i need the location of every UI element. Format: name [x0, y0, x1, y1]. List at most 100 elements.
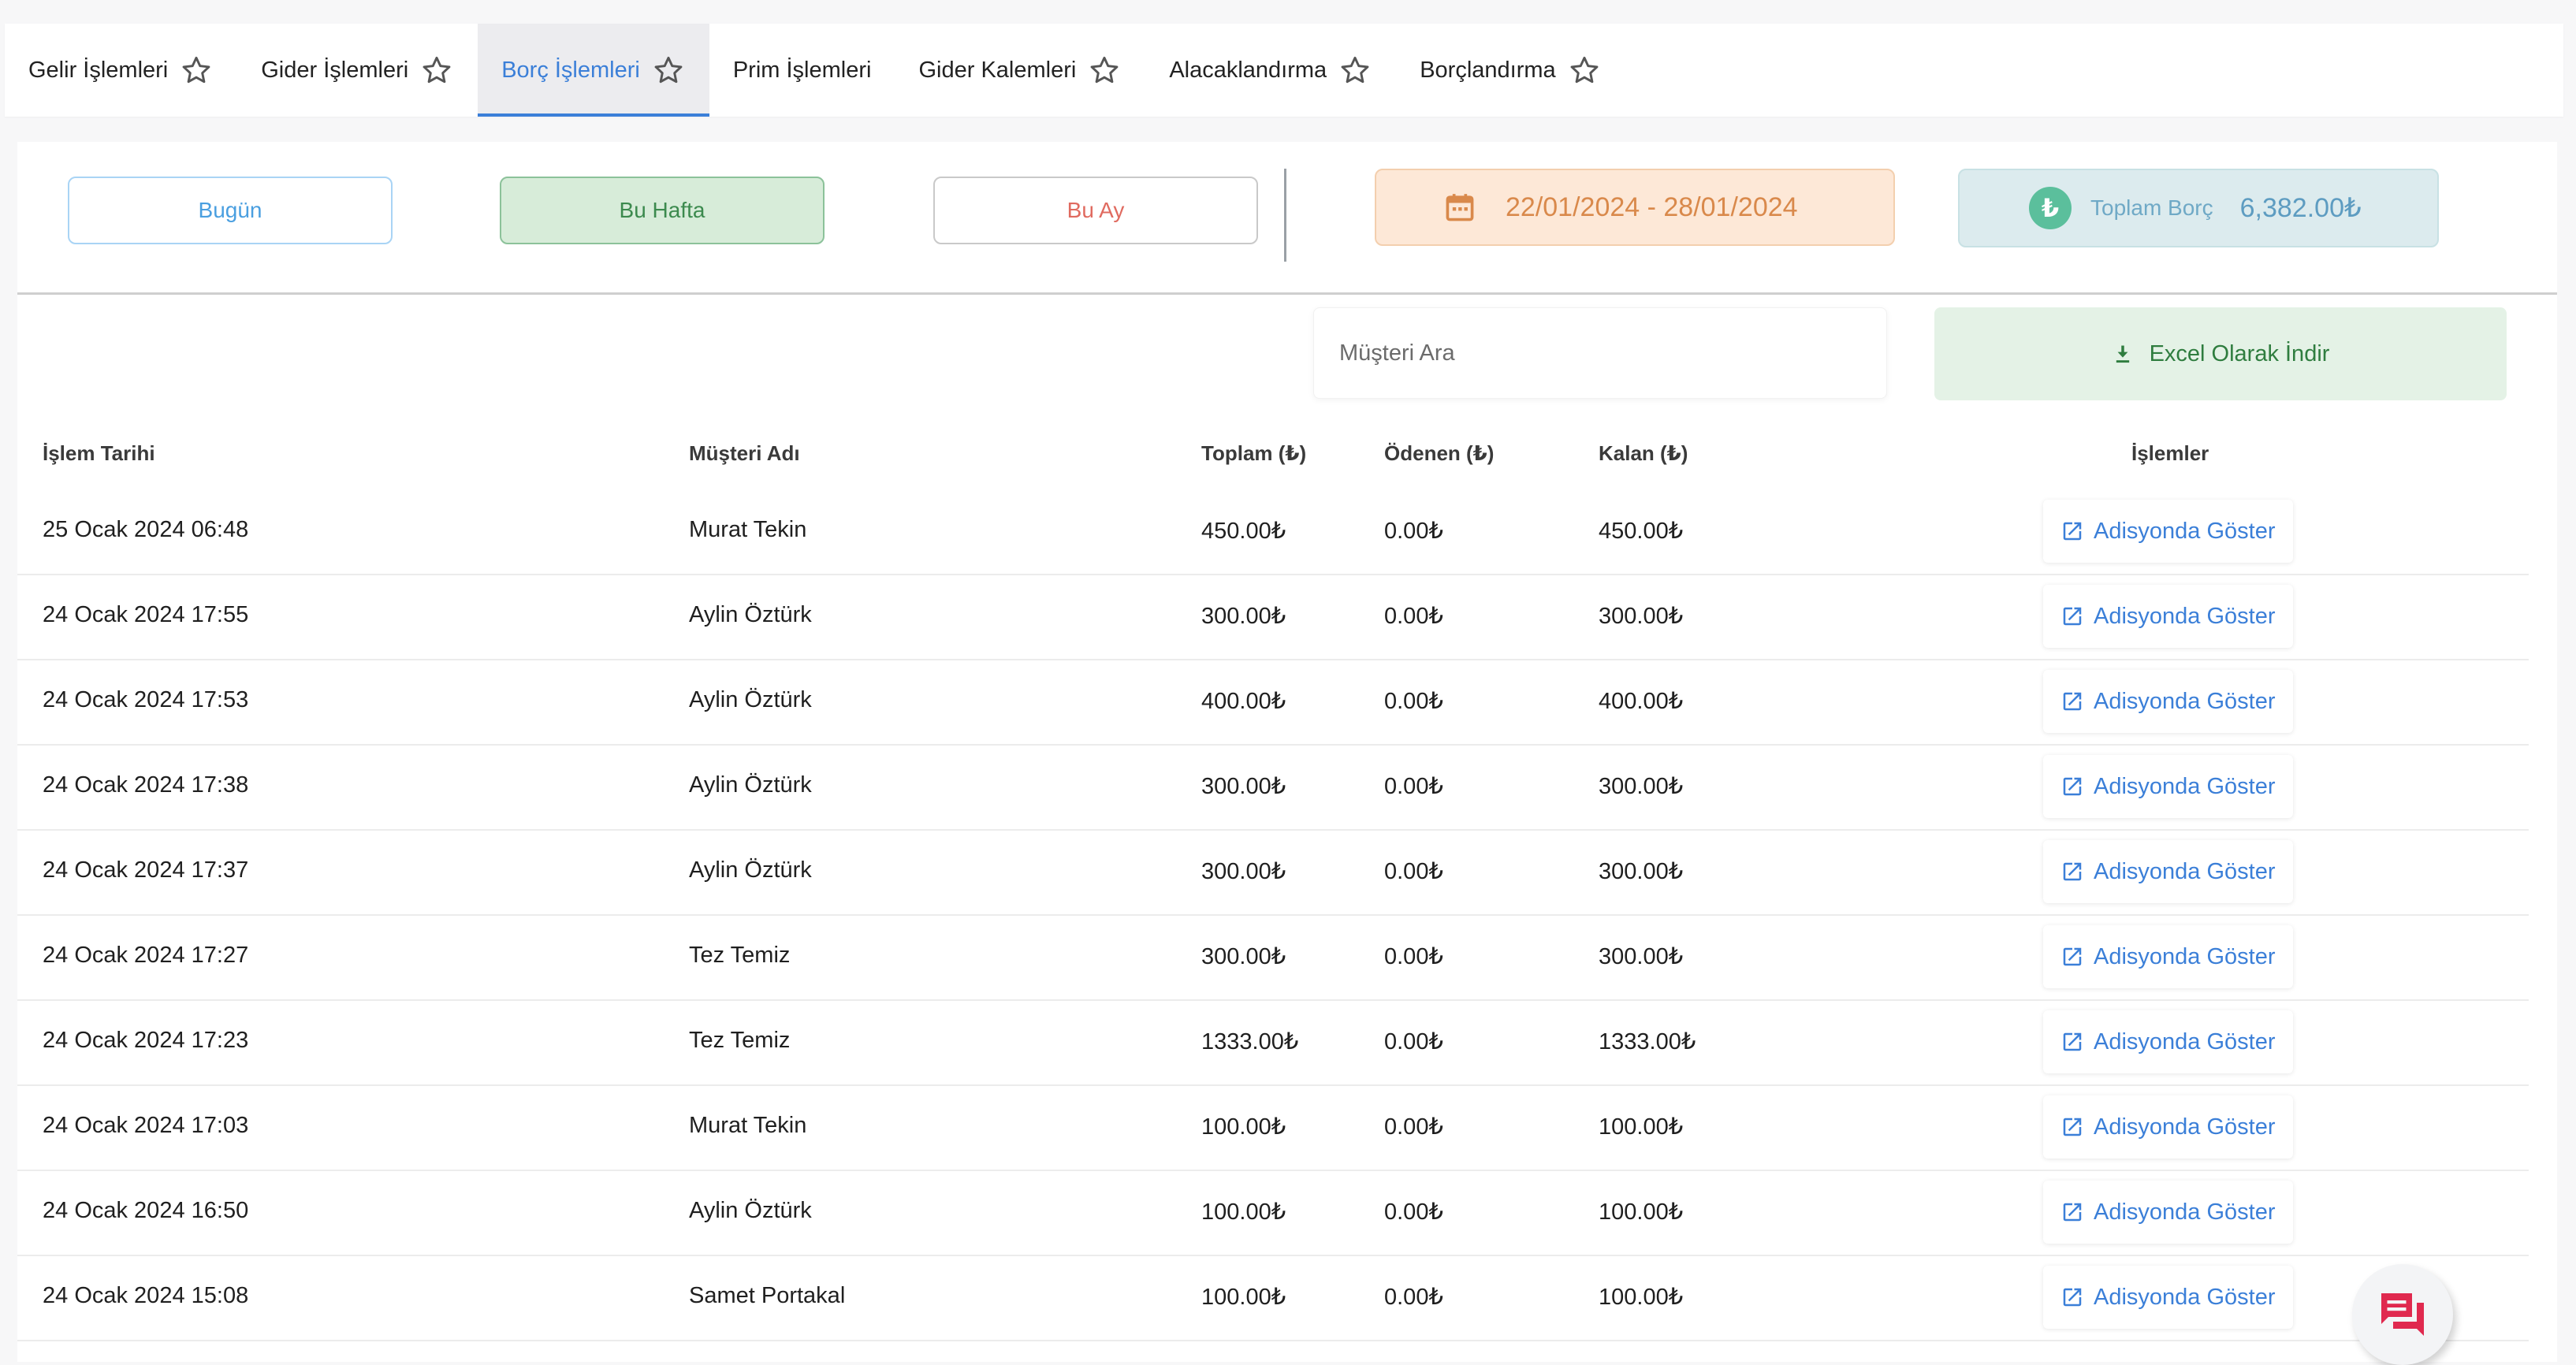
column-header-customer: Müşteri Adı — [689, 441, 800, 465]
tab-borc-islemleri[interactable]: Borç İşlemleri — [478, 24, 709, 117]
cell-remaining: 450.00₺ — [1599, 519, 1684, 544]
show-in-bill-label: Adisyonda Göster — [2094, 1114, 2276, 1140]
column-header-date: İşlem Tarihi — [43, 441, 155, 465]
show-in-bill-button[interactable]: Adisyonda Göster — [2043, 1266, 2293, 1329]
show-in-bill-label: Adisyonda Göster — [2094, 773, 2276, 799]
cell-customer: Aylin Öztürk — [689, 1198, 812, 1223]
cell-remaining: 300.00₺ — [1599, 774, 1684, 799]
chat-button[interactable] — [2352, 1264, 2453, 1365]
star-icon[interactable] — [1338, 53, 1372, 87]
show-in-bill-button[interactable]: Adisyonda Göster — [2043, 1181, 2293, 1244]
star-icon[interactable] — [1567, 53, 1602, 87]
column-header-total: Toplam (₺) — [1201, 441, 1307, 465]
cell-customer: Aylin Öztürk — [689, 687, 812, 712]
cell-paid: 0.00₺ — [1384, 774, 1443, 799]
star-icon[interactable] — [651, 53, 686, 87]
cell-total: 300.00₺ — [1201, 604, 1286, 629]
cell-total: 400.00₺ — [1201, 689, 1286, 714]
column-header-paid: Ödenen (₺) — [1384, 441, 1495, 465]
cell-date: 24 Ocak 2024 17:53 — [43, 687, 249, 712]
cell-customer: Aylin Öztürk — [689, 772, 812, 798]
table-row: 25 Ocak 2024 06:48 Murat Tekin 450.00₺ 0.00… — [17, 490, 2529, 575]
cell-date: 24 Ocak 2024 17:55 — [43, 602, 249, 627]
cell-date: 24 Ocak 2024 17:38 — [43, 772, 249, 798]
total-debt-label: Toplam Borç — [2090, 195, 2213, 220]
show-in-bill-label: Adisyonda Göster — [2094, 603, 2276, 629]
cell-total: 100.00₺ — [1201, 1199, 1286, 1225]
cell-total: 100.00₺ — [1201, 1285, 1286, 1310]
show-in-bill-button[interactable]: Adisyonda Göster — [2043, 585, 2293, 648]
show-in-bill-label: Adisyonda Göster — [2094, 1199, 2276, 1225]
excel-download-button[interactable]: Excel Olarak İndir — [1934, 307, 2507, 400]
show-in-bill-button[interactable]: Adisyonda Göster — [2043, 1010, 2293, 1073]
open-in-new-icon — [2063, 862, 2082, 881]
show-in-bill-button[interactable]: Adisyonda Göster — [2043, 500, 2293, 563]
tab-label: Borçlandırma — [1420, 57, 1556, 83]
tab-gider-islemleri[interactable]: Gider İşlemleri — [237, 24, 478, 117]
show-in-bill-label: Adisyonda Göster — [2094, 943, 2276, 969]
filter-today-button[interactable]: Bugün — [68, 177, 393, 244]
table-row: 24 Ocak 2024 17:03 Murat Tekin 100.00₺ 0.00… — [17, 1086, 2529, 1171]
cell-date: 24 Ocak 2024 17:37 — [43, 857, 249, 883]
tab-gider-kalemleri[interactable]: Gider Kalemleri — [895, 24, 1145, 117]
star-icon[interactable] — [1087, 53, 1122, 87]
cell-remaining: 100.00₺ — [1599, 1114, 1684, 1140]
table-header: İşlem Tarihi Müşteri Adı Toplam (₺) Öden… — [17, 433, 2557, 474]
cell-remaining: 300.00₺ — [1599, 859, 1684, 884]
tab-label: Prim İşlemleri — [732, 57, 872, 83]
cell-customer: Tez Temiz — [689, 943, 791, 968]
cell-customer: Murat Tekin — [689, 517, 807, 542]
cell-customer: Aylin Öztürk — [689, 602, 812, 627]
table-row: 24 Ocak 2024 16:50 Aylin Öztürk 100.00₺ 0.0… — [17, 1171, 2529, 1256]
show-in-bill-button[interactable]: Adisyonda Göster — [2043, 840, 2293, 903]
chat-icon — [2381, 1293, 2424, 1336]
cell-total: 1333.00₺ — [1201, 1029, 1299, 1054]
cell-date: 24 Ocak 2024 17:27 — [43, 943, 249, 968]
show-in-bill-button[interactable]: Adisyonda Göster — [2043, 670, 2293, 733]
show-in-bill-button[interactable]: Adisyonda Göster — [2043, 755, 2293, 818]
show-in-bill-label: Adisyonda Göster — [2094, 518, 2276, 544]
total-debt-card: ₺ Toplam Borç 6,382.00₺ — [1958, 169, 2439, 247]
date-range-picker[interactable]: 22/01/2024 - 28/01/2024 — [1375, 169, 1895, 246]
cell-customer: Tez Temiz — [689, 1028, 791, 1053]
open-in-new-icon — [2063, 1118, 2082, 1136]
table-row: 24 Ocak 2024 15:08 Samet Portakal 100.00₺ 0… — [17, 1256, 2529, 1341]
cell-remaining: 1333.00₺ — [1599, 1029, 1696, 1054]
filter-bar: Bugün Bu Hafta Bu Ay 22/01/2024 - 28/01/… — [17, 142, 2557, 295]
section-divider — [17, 292, 2557, 295]
cell-paid: 0.00₺ — [1384, 604, 1443, 629]
filter-month-button[interactable]: Bu Ay — [933, 177, 1258, 244]
cell-date: 24 Ocak 2024 17:03 — [43, 1113, 249, 1138]
cell-date: 25 Ocak 2024 06:48 — [43, 517, 249, 542]
cell-paid: 0.00₺ — [1384, 689, 1443, 714]
cell-customer: Samet Portakal — [689, 1283, 846, 1308]
tab-prim-islemleri[interactable]: Prim İşlemleri — [709, 24, 895, 117]
tab-borclandirma[interactable]: Borçlandırma — [1396, 24, 1625, 117]
column-header-remaining: Kalan (₺) — [1599, 441, 1688, 465]
table-row: 24 Ocak 2024 17:38 Aylin Öztürk 300.00₺ 0.0… — [17, 746, 2529, 831]
filter-week-button[interactable]: Bu Hafta — [500, 177, 825, 244]
star-icon[interactable] — [179, 53, 214, 87]
show-in-bill-button[interactable]: Adisyonda Göster — [2043, 925, 2293, 988]
open-in-new-icon — [2063, 1032, 2082, 1051]
table-row: 24 Ocak 2024 17:55 Aylin Öztürk 300.00₺ 0.0… — [17, 575, 2529, 660]
open-in-new-icon — [2063, 692, 2082, 711]
cell-paid: 0.00₺ — [1384, 1199, 1443, 1225]
table-row: 24 Ocak 2024 17:37 Aylin Öztürk 300.00₺ 0.0… — [17, 831, 2529, 916]
show-in-bill-button[interactable]: Adisyonda Göster — [2043, 1095, 2293, 1159]
cell-date: 24 Ocak 2024 15:08 — [43, 1283, 249, 1308]
customer-search-input[interactable] — [1313, 307, 1887, 399]
tab-gelir-islemleri[interactable]: Gelir İşlemleri — [5, 24, 237, 117]
open-in-new-icon — [2063, 1288, 2082, 1307]
main-panel: Bugün Bu Hafta Bu Ay 22/01/2024 - 28/01/… — [17, 142, 2557, 1362]
star-icon[interactable] — [419, 53, 454, 87]
cell-customer: Aylin Öztürk — [689, 857, 812, 883]
cell-remaining: 400.00₺ — [1599, 689, 1684, 714]
tab-bar: Gelir İşlemleri Gider İşlemleri Borç İşl… — [5, 24, 2563, 117]
tab-label: Gelir İşlemleri — [28, 57, 169, 83]
table-row: 24 Ocak 2024 17:53 Aylin Öztürk 400.00₺ 0.0… — [17, 660, 2529, 746]
tab-alacaklandirma[interactable]: Alacaklandırma — [1145, 24, 1396, 117]
open-in-new-icon — [2063, 1203, 2082, 1222]
table-row: 24 Ocak 2024 17:27 Tez Temiz 300.00₺ 0.00₺ 3… — [17, 916, 2529, 1001]
open-in-new-icon — [2063, 947, 2082, 966]
